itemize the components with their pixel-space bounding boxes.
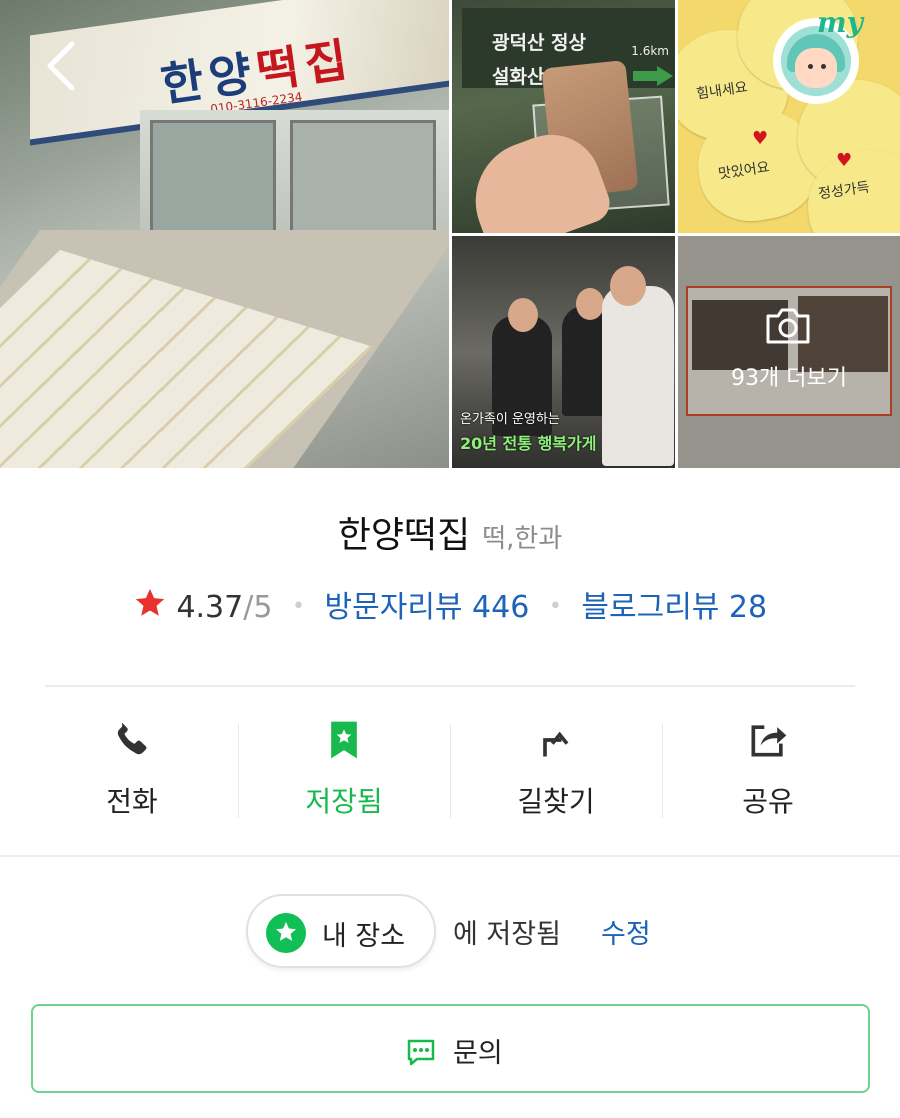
blog-reviews-link[interactable]: 블로그리뷰 28 bbox=[581, 590, 767, 625]
photo-grid[interactable]: 한양떡집 010-3116-2234 광덕산 정상 설화산 정상 1.6km 힘… bbox=[0, 0, 900, 468]
star-icon bbox=[135, 588, 165, 616]
kitchen-caption-2: 20년 전통 행복가게 bbox=[460, 434, 597, 453]
rating-max: /5 bbox=[243, 590, 273, 625]
saved-label: 저장됨 bbox=[305, 785, 383, 818]
inquiry-button[interactable]: 문의 bbox=[31, 1004, 870, 1093]
heart-icon: ♥ bbox=[752, 128, 769, 149]
saved-suffix-text: 에 저장됨 bbox=[453, 919, 561, 950]
my-places-chip[interactable]: 내 장소 bbox=[246, 894, 436, 968]
phone-icon bbox=[117, 722, 147, 755]
share-label: 공유 bbox=[742, 785, 794, 818]
call-button[interactable]: 전화 bbox=[26, 712, 238, 822]
edit-link[interactable]: 수정 bbox=[601, 912, 651, 951]
inquiry-label: 문의 bbox=[453, 1038, 503, 1069]
photo-storefront[interactable]: 한양떡집 010-3116-2234 bbox=[0, 0, 449, 468]
person bbox=[602, 286, 674, 466]
kitchen-caption-1: 온가족이 운영하는 bbox=[460, 412, 560, 427]
place-category: 떡,한과 bbox=[482, 524, 563, 554]
photo-heart-notes[interactable]: 힘내세요 정성가득 맛있어요 ♥ ♥ my bbox=[678, 0, 900, 233]
star-circle-icon bbox=[266, 913, 306, 953]
place-header: 한양떡집 떡,한과 bbox=[0, 506, 900, 558]
my-avatar[interactable]: my bbox=[773, 6, 863, 104]
trail-line-1: 광덕산 정상 bbox=[492, 32, 587, 54]
directions-button[interactable]: 길찾기 bbox=[450, 712, 662, 822]
person-face bbox=[610, 266, 646, 306]
avatar-my-label: my bbox=[817, 6, 863, 39]
my-places-label: 내 장소 bbox=[322, 921, 406, 952]
person-face bbox=[576, 288, 604, 320]
camera-icon bbox=[766, 308, 810, 344]
trail-distance: 1.6km bbox=[631, 44, 669, 58]
call-label: 전화 bbox=[106, 785, 158, 818]
back-icon[interactable] bbox=[38, 36, 88, 96]
bookmark-star-icon bbox=[331, 721, 357, 759]
action-bar: 전화 저장됨 길찾기 공유 bbox=[26, 712, 874, 822]
directions-label: 길찾기 bbox=[517, 785, 595, 818]
photo-kitchen[interactable]: 온가족이 운영하는 20년 전통 행복가게 bbox=[452, 236, 675, 468]
rating-value: 4.37 bbox=[176, 590, 244, 625]
dim-overlay bbox=[678, 236, 900, 468]
photo-rice-cake-hand[interactable]: 광덕산 정상 설화산 정상 1.6km bbox=[452, 0, 675, 233]
saved-folder-row: 내 장소 에 저장됨 수정 bbox=[0, 894, 900, 970]
photo-more[interactable]: 93개 더보기 bbox=[678, 236, 900, 468]
more-photos-label[interactable]: 93개 더보기 bbox=[678, 360, 900, 392]
trail-arrow bbox=[633, 66, 673, 86]
person-face bbox=[508, 298, 538, 332]
divider bbox=[0, 855, 900, 857]
save-button[interactable]: 저장됨 bbox=[238, 712, 450, 822]
heart-icon: ♥ bbox=[836, 150, 853, 171]
visitor-reviews-link[interactable]: 방문자리뷰 446 bbox=[325, 590, 530, 625]
place-name: 한양떡집 bbox=[337, 515, 471, 556]
divider bbox=[45, 685, 855, 687]
separator-dot: • bbox=[548, 594, 562, 619]
share-icon bbox=[751, 725, 787, 757]
share-button[interactable]: 공유 bbox=[662, 712, 874, 822]
rating-row: 4.37/5 • 방문자리뷰 446 • 블로그리뷰 28 bbox=[0, 582, 900, 626]
directions-icon bbox=[543, 731, 569, 757]
separator-dot: • bbox=[291, 594, 305, 619]
chat-bubble-icon bbox=[407, 1039, 435, 1066]
